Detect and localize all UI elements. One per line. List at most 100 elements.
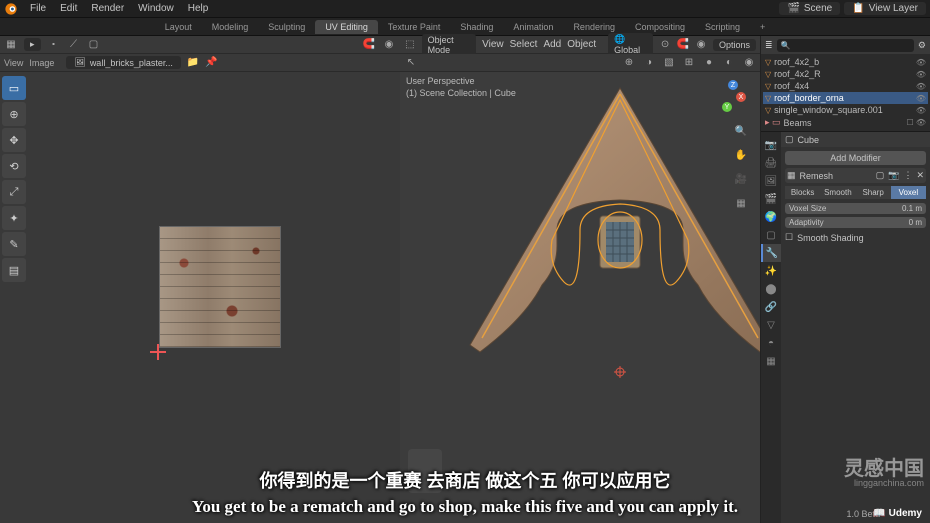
uv-prop-edit-icon[interactable]: ◉	[382, 38, 396, 52]
outliner-type-icon[interactable]: ≣	[765, 40, 773, 51]
uv-edge-icon[interactable]: ⟋	[67, 38, 81, 52]
tool-scale-icon[interactable]: ⤢	[2, 180, 26, 204]
move-view-icon[interactable]: ✋	[732, 146, 750, 164]
menu-help[interactable]: Help	[182, 3, 215, 14]
ws-add[interactable]: +	[750, 20, 775, 34]
tool-cursor-icon[interactable]: ⊕	[2, 102, 26, 126]
mode-smooth[interactable]: Smooth	[820, 186, 855, 199]
add-modifier-button[interactable]: Add Modifier	[785, 151, 926, 165]
vp-tool-cursor-icon[interactable]: ↖	[404, 56, 418, 70]
visibility-icon[interactable]: 👁	[916, 70, 926, 79]
gizmo-toggle-icon[interactable]: ⊕	[622, 56, 636, 70]
tool-select-icon[interactable]: ▭	[2, 76, 26, 100]
zoom-icon[interactable]: 🔍	[732, 122, 750, 140]
snap-icon[interactable]: 🧲	[677, 38, 689, 52]
scene-selector[interactable]: 🎬 Scene	[779, 2, 840, 15]
outliner-item[interactable]: ▽roof_4x4👁	[763, 80, 928, 92]
editor-type-icon[interactable]: ▦	[4, 38, 18, 52]
tab-viewlayer-icon[interactable]: 🖼	[761, 172, 781, 190]
mod-close-icon[interactable]: ✕	[916, 170, 924, 181]
menu-render[interactable]: Render	[85, 3, 130, 14]
outliner-search[interactable]: 🔍	[777, 39, 914, 52]
uv-menu-view[interactable]: View	[4, 58, 23, 68]
view-layer-selector[interactable]: 📋 View Layer	[844, 2, 926, 15]
uv-vert-icon[interactable]: ⬝	[47, 38, 61, 52]
ws-rendering[interactable]: Rendering	[563, 20, 625, 34]
outliner-item[interactable]: ▽roof_border_orna👁	[763, 92, 928, 104]
mode-select[interactable]: Object Mode	[422, 34, 476, 56]
tab-constraints-icon[interactable]: 🔗	[761, 298, 781, 316]
prop-edit-icon[interactable]: ◉	[695, 38, 707, 52]
mode-sharp[interactable]: Sharp	[856, 186, 891, 199]
tab-render-icon[interactable]: 📷	[761, 136, 781, 154]
outliner-item[interactable]: ▽single_window_square.001👁	[763, 104, 928, 116]
uv-snap-icon[interactable]: 🧲	[362, 38, 376, 52]
camera-view-icon[interactable]: 🎥	[732, 170, 750, 188]
ws-animation[interactable]: Animation	[503, 20, 563, 34]
img-browse-icon[interactable]: 📁	[187, 57, 199, 68]
mode-voxel[interactable]: Voxel	[891, 186, 926, 199]
menu-window[interactable]: Window	[132, 3, 180, 14]
ws-modeling[interactable]: Modeling	[202, 20, 259, 34]
axis-y-icon[interactable]: Y	[722, 102, 732, 112]
tab-scene-icon[interactable]: 🎬	[761, 190, 781, 208]
vp-menu-object[interactable]: Object	[567, 39, 596, 50]
ws-layout[interactable]: Layout	[155, 20, 202, 34]
uv-menu-image[interactable]: Image	[29, 58, 54, 68]
ws-texture-paint[interactable]: Texture Paint	[378, 20, 451, 34]
uv-sync[interactable]: ▸	[24, 38, 41, 51]
tab-texture-icon[interactable]: ▦	[761, 352, 781, 370]
voxel-size-slider[interactable]: Voxel Size0.1 m	[785, 203, 926, 214]
orientation-select[interactable]: 🌐 Global	[608, 33, 653, 56]
xray-icon[interactable]: ▧	[662, 56, 676, 70]
mod-render-icon[interactable]: 📷	[888, 170, 899, 181]
menu-file[interactable]: File	[24, 3, 52, 14]
axis-z-icon[interactable]: Z	[728, 80, 738, 90]
uv-canvas[interactable]: ▭ ⊕ ✥ ⟲ ⤢ ✦ ✎ ▤	[0, 72, 400, 523]
shading-wire-icon[interactable]: ⊞	[682, 56, 696, 70]
menu-edit[interactable]: Edit	[54, 3, 83, 14]
tab-output-icon[interactable]: 🖨	[761, 154, 781, 172]
shading-solid-icon[interactable]: ●	[702, 56, 716, 70]
tool-move-icon[interactable]: ✥	[2, 128, 26, 152]
ws-scripting[interactable]: Scripting	[695, 20, 750, 34]
img-pin-icon[interactable]: 📌	[205, 57, 217, 68]
smooth-shading-checkbox[interactable]: ☐	[785, 232, 793, 243]
persp-ortho-icon[interactable]: ▦	[732, 194, 750, 212]
axis-x-icon[interactable]: X	[736, 92, 746, 102]
vp-menu-add[interactable]: Add	[543, 39, 561, 50]
vp-menu-view[interactable]: View	[482, 39, 504, 50]
visibility-icon[interactable]: 👁	[916, 58, 926, 67]
tool-transform-icon[interactable]: ✦	[2, 206, 26, 230]
ws-uv-editing[interactable]: UV Editing	[315, 20, 378, 34]
adaptivity-slider[interactable]: Adaptivity0 m	[785, 217, 926, 228]
uv-face-icon[interactable]: ▢	[87, 38, 101, 52]
outliner-collection[interactable]: ▸ ▭Beams☐ 👁	[763, 116, 928, 129]
visibility-icon[interactable]: 👁	[916, 106, 926, 115]
ws-compositing[interactable]: Compositing	[625, 20, 695, 34]
pivot-icon[interactable]: ⊙	[659, 38, 671, 52]
ws-sculpting[interactable]: Sculpting	[258, 20, 315, 34]
options-dropdown[interactable]: Options	[713, 39, 756, 51]
tab-world-icon[interactable]: 🌍	[761, 208, 781, 226]
mode-blocks[interactable]: Blocks	[785, 186, 820, 199]
ws-shading[interactable]: Shading	[450, 20, 503, 34]
overlays-toggle-icon[interactable]: ◑	[642, 56, 656, 70]
tab-modifiers-icon[interactable]: 🔧	[761, 244, 781, 262]
tool-rotate-icon[interactable]: ⟲	[2, 154, 26, 178]
shading-render-icon[interactable]: ◉	[742, 56, 756, 70]
mod-display-icon[interactable]: ▢	[876, 170, 885, 181]
vp-menu-select[interactable]: Select	[510, 39, 538, 50]
tab-object-icon[interactable]: ▢	[761, 226, 781, 244]
tool-measure-icon[interactable]: ▤	[2, 258, 26, 282]
outliner-filter-icon[interactable]: ⚙	[918, 40, 926, 51]
tab-particles-icon[interactable]: ✨	[761, 262, 781, 280]
viewport-canvas[interactable]: User Perspective (1) Scene Collection | …	[400, 72, 760, 523]
modifier-name[interactable]: Remesh	[800, 171, 872, 181]
image-datablock[interactable]: 🖼 wall_bricks_plaster...	[66, 56, 180, 69]
nav-mouse-widget[interactable]	[408, 449, 442, 493]
tool-annotate-icon[interactable]: ✎	[2, 232, 26, 256]
outliner-item[interactable]: ▽roof_4x2_b👁	[763, 56, 928, 68]
mod-menu-icon[interactable]: ⋮	[903, 170, 912, 181]
nav-gizmo[interactable]: X Y Z	[714, 78, 752, 116]
